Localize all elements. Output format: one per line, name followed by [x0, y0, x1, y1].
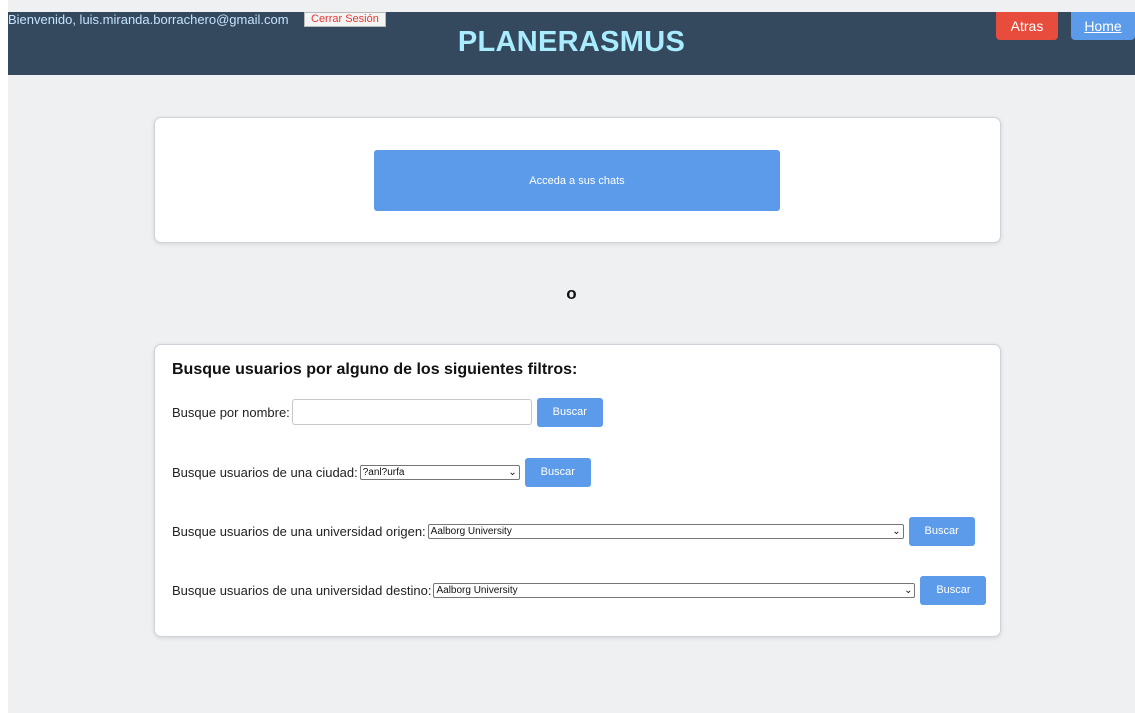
name-filter-label: Busque por nombre: — [172, 404, 290, 420]
origin-university-filter-row: Busque usuarios de una universidad orige… — [172, 516, 975, 546]
city-select[interactable]: ?anl?urfa ⌄ — [359, 464, 520, 480]
chats-card: Acceda a sus chats — [154, 117, 1001, 243]
back-button[interactable]: Atras — [996, 12, 1058, 40]
destination-university-select[interactable]: Aalborg University ⌄ — [433, 582, 916, 598]
origin-university-label: Busque usuarios de una universidad orige… — [172, 523, 426, 539]
chevron-down-icon: ⌄ — [892, 525, 901, 537]
site-title: PLANERASMUS — [457, 26, 686, 58]
city-filter-row: Busque usuarios de una ciudad: ?anl?urfa… — [172, 457, 591, 487]
destination-university-filter-row: Busque usuarios de una universidad desti… — [172, 575, 987, 605]
name-filter-row: Busque por nombre: Buscar — [172, 397, 603, 427]
origin-university-select[interactable]: Aalborg University ⌄ — [427, 523, 904, 539]
top-bar: Bienvenido, luis.miranda.borrachero@gmai… — [8, 12, 1135, 75]
access-chats-button[interactable]: Acceda a sus chats — [374, 150, 780, 211]
page: Bienvenido, luis.miranda.borrachero@gmai… — [8, 0, 1135, 713]
user-search-card: Busque usuarios por alguno de los siguie… — [154, 344, 1001, 637]
origin-university-search-button[interactable]: Buscar — [908, 516, 975, 546]
or-separator: o — [566, 284, 577, 303]
city-filter-label: Busque usuarios de una ciudad: — [172, 464, 358, 480]
city-search-button[interactable]: Buscar — [524, 457, 591, 487]
filters-heading: Busque usuarios por alguno de los siguie… — [172, 361, 578, 378]
welcome-text: Bienvenido, luis.miranda.borrachero@gmai… — [8, 12, 289, 27]
home-button[interactable]: Home — [1071, 12, 1135, 40]
destination-university-select-value: Aalborg University — [436, 584, 518, 596]
logout-button[interactable]: Cerrar Sesión — [304, 12, 386, 27]
name-search-button[interactable]: Buscar — [536, 397, 603, 427]
origin-university-select-value: Aalborg University — [430, 525, 512, 537]
city-select-value: ?anl?urfa — [362, 466, 405, 478]
name-search-input[interactable] — [291, 399, 532, 425]
chevron-down-icon: ⌄ — [508, 466, 517, 478]
chevron-down-icon: ⌄ — [904, 584, 913, 596]
destination-university-search-button[interactable]: Buscar — [920, 575, 987, 605]
destination-university-label: Busque usuarios de una universidad desti… — [172, 582, 432, 598]
